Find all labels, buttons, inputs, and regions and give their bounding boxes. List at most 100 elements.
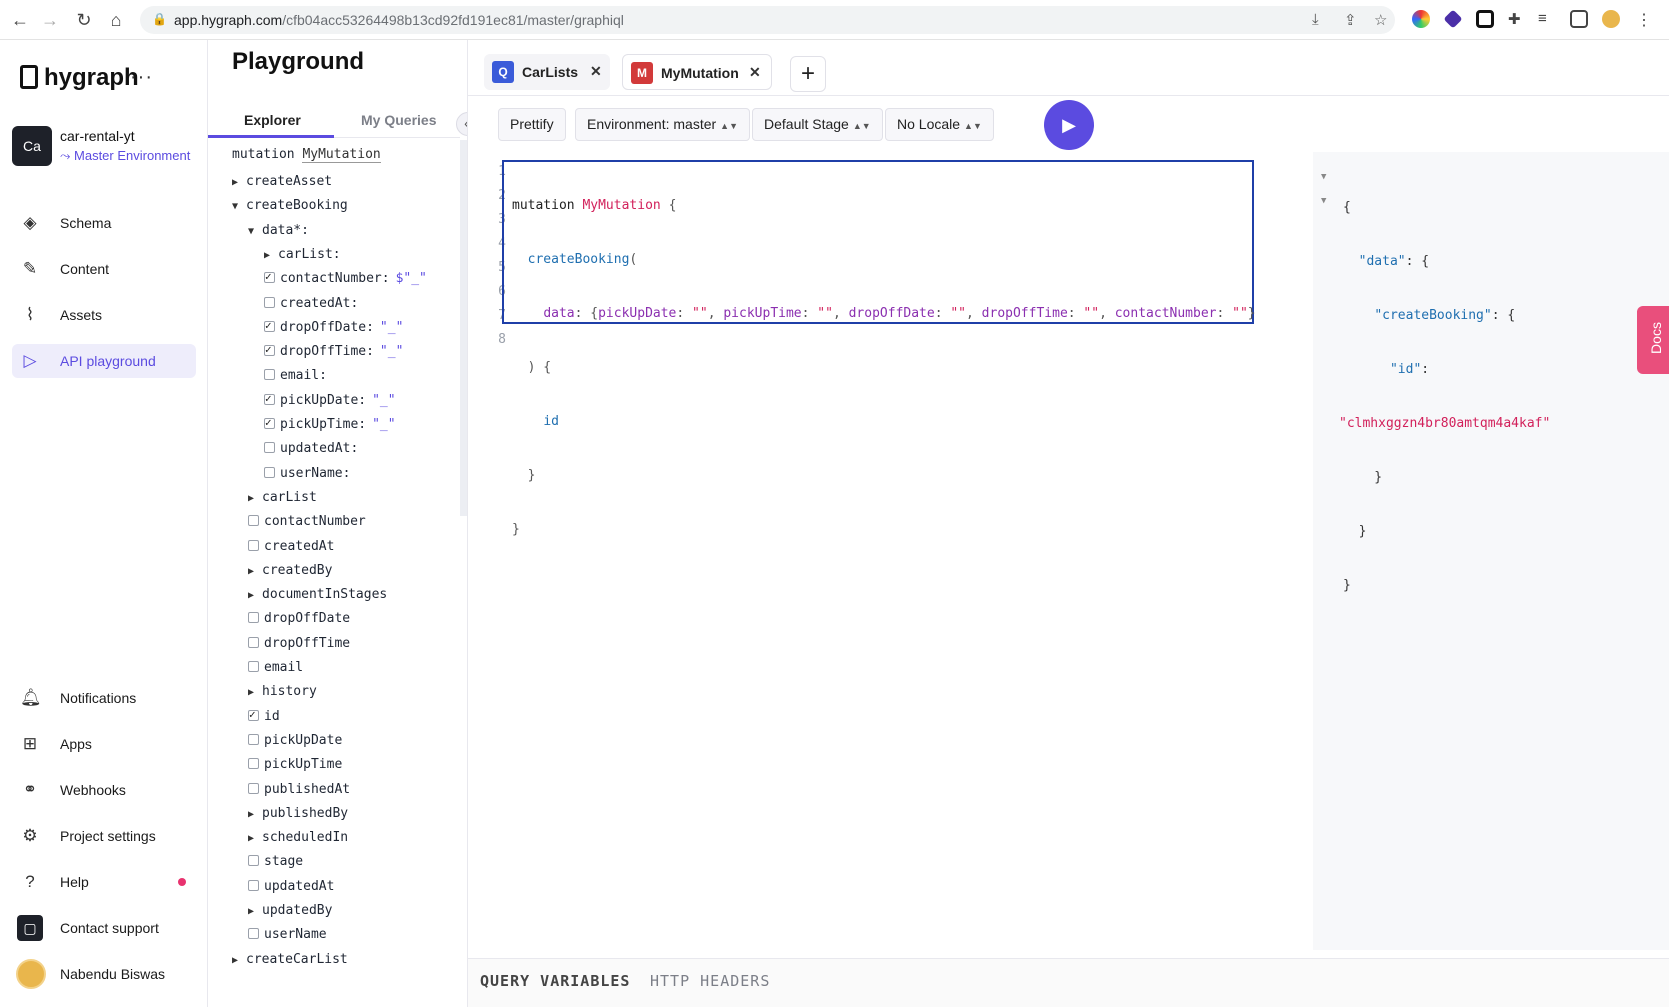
field-checkbox[interactable] xyxy=(264,392,275,405)
tree-row[interactable]: pickUpDate xyxy=(248,733,342,755)
caret-right-icon[interactable]: ▶ xyxy=(248,493,262,504)
nav-project-settings[interactable]: ⚙ Project settings xyxy=(12,819,196,853)
nav-webhooks[interactable]: ⚭ Webhooks xyxy=(12,773,196,807)
locale-select[interactable]: No Locale ▲▼ xyxy=(885,108,994,141)
field-checkbox[interactable] xyxy=(248,758,259,770)
tab-explorer[interactable]: Explorer xyxy=(244,112,301,128)
square-extension-icon[interactable] xyxy=(1476,10,1494,28)
install-icon[interactable]: ⤓ xyxy=(1312,11,1319,28)
tree-row[interactable]: createdAt xyxy=(248,539,334,561)
nav-help[interactable]: ? Help xyxy=(12,865,196,899)
tree-row[interactable]: ▶ updatedBy xyxy=(248,903,332,925)
caret-down-icon[interactable]: ▼ xyxy=(248,226,262,237)
bookmark-star-icon[interactable]: ☆ xyxy=(1374,11,1387,29)
environment-select[interactable]: Environment: master ▲▼ xyxy=(575,108,750,141)
more-menu-icon[interactable]: ··· xyxy=(130,66,153,89)
address-bar[interactable]: 🔒 app.hygraph.com/cfb04acc53264498b13cd9… xyxy=(140,6,1395,34)
query-editor[interactable]: 12345678 mutation MyMutation { createBoo… xyxy=(468,160,1368,950)
nav-apps[interactable]: ⊞ Apps xyxy=(12,727,196,761)
tree-row[interactable]: contactNumber xyxy=(248,514,366,536)
tree-row[interactable]: ▶ documentInStages xyxy=(248,587,387,609)
field-checkbox[interactable] xyxy=(264,319,275,332)
tree-row[interactable]: ▶ createAsset xyxy=(232,174,332,196)
nav-assets[interactable]: ⌇ Assets xyxy=(12,298,196,332)
caret-right-icon[interactable]: ▶ xyxy=(248,809,262,820)
field-checkbox[interactable] xyxy=(264,442,275,454)
tree-row[interactable]: ▶ carList xyxy=(248,490,317,512)
side-panel-icon[interactable] xyxy=(1570,10,1588,28)
docs-button[interactable]: Docs xyxy=(1637,306,1669,374)
caret-right-icon[interactable]: ▶ xyxy=(248,906,262,917)
nav-content[interactable]: ✎ Content xyxy=(12,252,196,286)
arg-value[interactable]: "_" xyxy=(372,417,395,432)
color-extension-icon[interactable] xyxy=(1412,10,1430,28)
tab-http-headers[interactable]: HTTP HEADERS xyxy=(650,972,770,990)
diamond-extension-icon[interactable] xyxy=(1443,9,1463,29)
tree-row[interactable]: stage xyxy=(248,854,303,876)
explorer-scrollbar[interactable] xyxy=(460,140,467,516)
field-checkbox[interactable] xyxy=(248,782,259,794)
arg-value[interactable]: "_" xyxy=(380,320,403,335)
tree-row[interactable]: ▼ data*: xyxy=(248,223,309,245)
tree-row[interactable]: dropOffDate: "_" xyxy=(264,319,403,342)
field-checkbox[interactable] xyxy=(248,928,259,940)
field-checkbox[interactable] xyxy=(248,879,259,891)
tree-row[interactable]: dropOffTime xyxy=(248,636,350,658)
tree-row[interactable]: pickUpTime xyxy=(248,757,342,779)
add-tab-button[interactable]: + xyxy=(790,56,826,92)
back-icon[interactable]: ← xyxy=(8,8,32,32)
caret-right-icon[interactable]: ▶ xyxy=(232,177,246,188)
caret-right-icon[interactable]: ▶ xyxy=(248,566,262,577)
tree-row[interactable]: ▶ carList: xyxy=(264,247,341,269)
tree-row[interactable]: ▶ scheduledIn xyxy=(248,830,348,852)
field-checkbox[interactable] xyxy=(264,369,275,381)
puzzle-icon[interactable]: ✚ xyxy=(1508,10,1526,28)
tree-row[interactable]: createdAt: xyxy=(264,296,358,318)
field-checkbox[interactable] xyxy=(264,343,275,357)
stage-select[interactable]: Default Stage ▲▼ xyxy=(752,108,883,141)
nav-contact-support[interactable]: ▢ Contact support xyxy=(12,911,196,945)
tab-query-variables[interactable]: QUERY VARIABLES xyxy=(480,972,630,990)
tree-row[interactable]: ▶ publishedBy xyxy=(248,806,348,828)
caret-right-icon[interactable]: ▶ xyxy=(232,955,246,966)
tab-my-queries[interactable]: My Queries xyxy=(361,112,436,128)
nav-schema[interactable]: ◈ Schema xyxy=(12,206,196,240)
caret-right-icon[interactable]: ▶ xyxy=(264,250,278,261)
tree-row[interactable]: dropOffTime: "_" xyxy=(264,343,403,366)
tree-row[interactable]: id xyxy=(248,708,280,731)
operation-header[interactable]: mutation MyMutation xyxy=(232,147,381,163)
field-checkbox[interactable] xyxy=(264,296,275,308)
field-checkbox[interactable] xyxy=(248,539,259,551)
arg-value[interactable]: $"_" xyxy=(396,271,427,286)
fold-arrow-icon[interactable]: ▼ xyxy=(1321,172,1326,182)
tree-row[interactable]: userName: xyxy=(264,466,350,488)
caret-down-icon[interactable]: ▼ xyxy=(232,201,246,212)
field-checkbox[interactable] xyxy=(248,733,259,745)
field-checkbox[interactable] xyxy=(264,270,275,284)
field-checkbox[interactable] xyxy=(248,855,259,867)
tree-row[interactable]: userName xyxy=(248,927,327,949)
field-checkbox[interactable] xyxy=(248,612,259,624)
arg-value[interactable]: "_" xyxy=(380,344,403,359)
tree-row[interactable]: updatedAt: xyxy=(264,441,358,463)
arg-value[interactable]: "_" xyxy=(372,393,395,408)
tree-row[interactable]: email xyxy=(248,660,303,682)
field-checkbox[interactable] xyxy=(248,661,259,672)
tree-row[interactable]: ▶ createdBy xyxy=(248,563,332,585)
tree-row[interactable]: ▶ createCarList xyxy=(232,952,348,974)
tree-row[interactable]: updatedAt xyxy=(248,879,334,901)
user-profile[interactable]: Nabendu Biswas xyxy=(12,957,196,991)
caret-right-icon[interactable]: ▶ xyxy=(248,833,262,844)
reload-icon[interactable]: ↻ xyxy=(72,8,96,32)
environment-label[interactable]: ⤳ Master Environment xyxy=(60,148,190,164)
field-checkbox[interactable] xyxy=(264,466,275,478)
close-icon[interactable]: ✕ xyxy=(590,63,602,80)
hygraph-logo[interactable]: hygraph xyxy=(20,64,139,92)
run-query-button[interactable]: ▶ xyxy=(1044,100,1094,150)
tree-row[interactable]: publishedAt xyxy=(248,782,350,804)
profile-avatar[interactable] xyxy=(1602,10,1620,28)
caret-right-icon[interactable]: ▶ xyxy=(248,590,262,601)
tree-row[interactable]: pickUpTime: "_" xyxy=(264,416,396,439)
tree-row[interactable]: pickUpDate: "_" xyxy=(264,392,396,415)
tree-row[interactable]: dropOffDate xyxy=(248,611,350,633)
